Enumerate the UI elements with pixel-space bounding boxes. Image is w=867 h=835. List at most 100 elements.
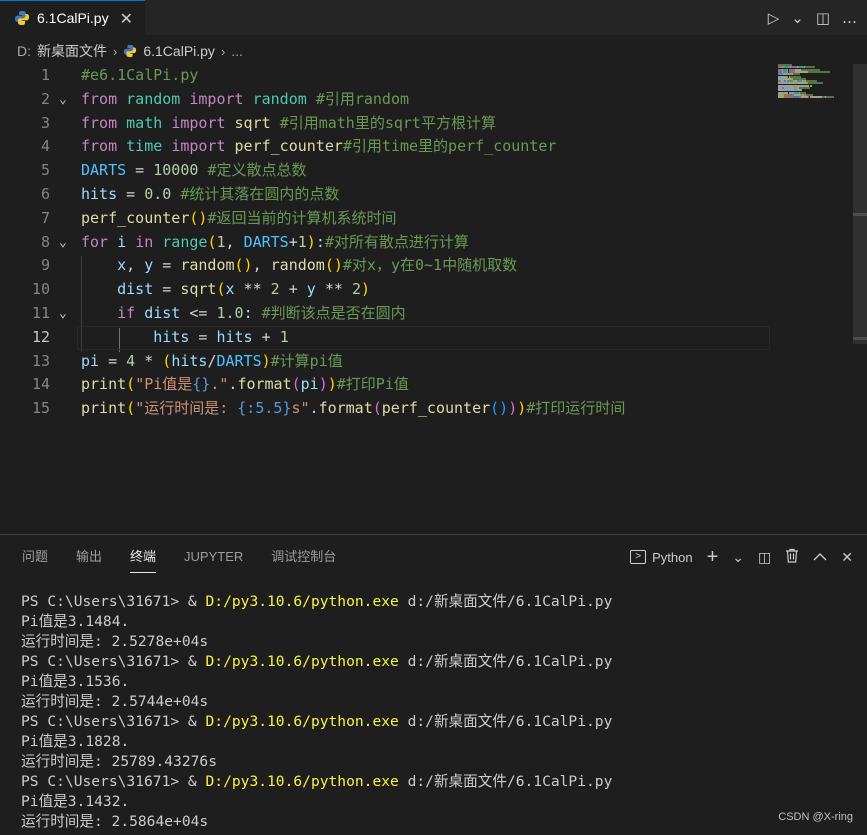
code-line[interactable]: 10 dist = sqrt(x ** 2 + y ** 2) (0, 278, 867, 302)
code-line[interactable]: 12 hits = hits + 1 (0, 325, 867, 350)
terminal-script-path[interactable]: d:/新桌面文件/6.1CalPi.py (399, 713, 613, 730)
code-text: from random import random #引用random (81, 89, 410, 108)
editor-actions: ▷ ⌄ ◫ … (768, 0, 857, 35)
panel-tab[interactable]: 调试控制台 (271, 545, 336, 575)
watermark: CSDN @X-ring (778, 811, 853, 823)
code-text: for i in range(1, DARTS+1):#对所有散点进行计算 (81, 232, 469, 251)
editor-tab-bar: 6.1CalPi.py ✕ ▷ ⌄ ◫ … (0, 0, 867, 35)
terminal-script-path[interactable]: d:/新桌面文件/6.1CalPi.py (399, 653, 613, 670)
breadcrumb-symbols[interactable]: ... (231, 43, 243, 59)
line-number: 2 (40, 89, 50, 108)
split-editor-icon[interactable]: ◫ (816, 9, 830, 27)
code-text: from math import sqrt #引用math里的sqrt平方根计算 (81, 113, 496, 132)
breadcrumb-drive[interactable]: D: (17, 43, 31, 59)
line-number: 1 (40, 66, 50, 84)
terminal-prompt: PS C:\Users\31671> & (21, 773, 206, 790)
terminal-script-path[interactable]: d:/新桌面文件/6.1CalPi.py (399, 773, 613, 790)
line-number: 15 (31, 399, 50, 418)
run-menu-chevron-icon[interactable]: ⌄ (791, 9, 804, 27)
code-line[interactable]: 9 x, y = random(), random()#对x，y在0~1中随机取… (0, 254, 867, 278)
terminal-output-time: 运行时间是: 25789.43276s (21, 752, 861, 772)
breadcrumb-file[interactable]: 6.1CalPi.py (123, 43, 215, 59)
panel-tab[interactable]: JUPYTER (184, 545, 243, 575)
terminal-output-time-text: 运行时间是: 2.5744e+04s (21, 693, 209, 710)
line-number: 7 (40, 208, 50, 227)
panel-tabs: 问题 输出 终端 JUPYTER 调试控制台 (22, 545, 364, 575)
fold-chevron-icon[interactable]: ⌄ (59, 231, 67, 255)
code-line[interactable]: 5 DARTS = 10000 #定义散点总数 (0, 159, 867, 183)
code-line[interactable]: 4 from time import perf_counter#引用time里的p… (0, 135, 867, 159)
fold-chevron-icon[interactable]: ⌄ (59, 88, 67, 112)
new-terminal-icon[interactable]: + (707, 546, 719, 569)
terminal-output-time: 运行时间是: 2.5278e+04s (21, 632, 861, 652)
code-line[interactable]: 11 ⌄ if dist <= 1.0: #判断该点是否在圆内 (0, 302, 867, 326)
minimap-token (809, 96, 823, 99)
code-line[interactable]: 2 ⌄ from random import random #引用random (0, 88, 867, 112)
file-tab[interactable]: 6.1CalPi.py ✕ (0, 0, 145, 35)
panel-tab[interactable]: 终端 (130, 545, 157, 573)
breadcrumb-filename: 6.1CalPi.py (143, 43, 215, 59)
scroll-marker (853, 213, 867, 216)
scroll-marker (853, 337, 867, 340)
terminal-exe-path[interactable]: D:/py3.10.6/python.exe (206, 653, 399, 670)
code-line[interactable]: 7 perf_counter()#返回当前的计算机系统时间 (0, 207, 867, 231)
code-line[interactable]: 8 ⌄ for i in range(1, DARTS+1):#对所有散点进行计算 (0, 231, 867, 255)
breadcrumb: D: 新桌面文件 › 6.1CalPi.py › ... (0, 38, 867, 64)
code-line[interactable]: 14 print("Pi值是{}.".format(pi))#打印Pi值 (0, 373, 867, 397)
terminal-output-time-text: 运行时间是: 2.5278e+04s (21, 633, 209, 650)
code-text: dist = sqrt(x ** 2 + y ** 2) (117, 280, 370, 299)
fold-chevron-icon[interactable]: ⌄ (59, 302, 67, 326)
code-line[interactable]: 6 hits = 0.0 #统计其落在圆内的点数 (0, 183, 867, 207)
terminal-prompt: PS C:\Users\31671> & (21, 653, 206, 670)
terminal-profile-label: Python (652, 549, 693, 565)
panel-actions: > Python + ⌄ ◫ ✕ (630, 545, 853, 569)
code-line[interactable]: 3 from math import sqrt #引用math里的sqrt平方根计… (0, 112, 867, 136)
code-text: pi = 4 * (hits/DARTS)#计算pi值 (81, 351, 343, 370)
line-number: 12 (31, 327, 50, 346)
terminal-output-time-text: 运行时间是: 2.5864e+04s (21, 813, 209, 830)
tab-filename: 6.1CalPi.py (37, 10, 109, 26)
terminal-script-path[interactable]: d:/新桌面文件/6.1CalPi.py (399, 593, 613, 610)
terminal-prompt: PS C:\Users\31671> & (21, 593, 206, 610)
chevron-right-icon: › (113, 43, 118, 59)
terminal-command-line: PS C:\Users\31671> & D:/py3.10.6/python.… (21, 772, 861, 792)
line-number: 10 (31, 280, 50, 299)
code-text: if dist <= 1.0: #判断该点是否在圆内 (117, 304, 406, 322)
terminal-exe-path[interactable]: D:/py3.10.6/python.exe (206, 713, 399, 730)
terminal-exe-path[interactable]: D:/py3.10.6/python.exe (206, 773, 399, 790)
trash-icon[interactable] (785, 548, 799, 566)
code-editor[interactable]: 1 #e6.1CalPi.py 2 ⌄ from random import rando… (0, 64, 867, 534)
code-line[interactable]: 15 print("运行时间是: {:5.5}s".format(perf_cou… (0, 397, 867, 421)
terminal-command-line: PS C:\Users\31671> & D:/py3.10.6/python.… (21, 592, 861, 612)
terminal-output-time-text: 运行时间是: 25789.43276s (21, 753, 217, 770)
code-line[interactable]: 13 pi = 4 * (hits/DARTS)#计算pi值 (0, 350, 867, 374)
maximize-panel-icon[interactable] (813, 549, 827, 565)
terminal-output[interactable]: PS C:\Users\31671> & D:/py3.10.6/python.… (21, 592, 861, 835)
close-tab-icon[interactable]: ✕ (120, 9, 133, 28)
terminal-output-time: 运行时间是: 2.5864e+04s (21, 812, 861, 832)
new-terminal-menu-chevron-icon[interactable]: ⌄ (732, 549, 744, 566)
line-number: 11 (31, 304, 50, 322)
minimap[interactable] (778, 64, 848, 104)
terminal-command-line: PS C:\Users\31671> & D:/py3.10.6/python.… (21, 712, 861, 732)
code-text: from time import perf_counter#引用time里的pe… (81, 137, 557, 156)
split-terminal-icon[interactable]: ◫ (758, 549, 771, 566)
python-file-icon (15, 11, 29, 25)
terminal-command-line: PS C:\Users\31671> & D:/py3.10.6/python.… (21, 652, 861, 672)
more-actions-icon[interactable]: … (842, 9, 857, 27)
terminal-output-pi: Pi值是3.1828. (21, 733, 130, 750)
close-panel-icon[interactable]: ✕ (841, 549, 853, 566)
run-icon[interactable]: ▷ (768, 9, 780, 27)
terminal-profile-button[interactable]: > Python (630, 549, 693, 565)
minimap-token (810, 84, 812, 87)
panel-tab[interactable]: 问题 (22, 545, 48, 575)
editor-scroll-thumb[interactable] (853, 64, 867, 344)
panel-tab[interactable]: 输出 (76, 545, 102, 575)
code-line[interactable]: 1 #e6.1CalPi.py (0, 64, 867, 88)
line-number: 9 (40, 256, 50, 275)
code-text: x, y = random(), random()#对x，y在0~1中随机取数 (117, 256, 518, 275)
line-number: 4 (40, 137, 50, 156)
breadcrumb-folder[interactable]: 新桌面文件 (37, 41, 107, 61)
minimap-token (826, 96, 834, 99)
terminal-exe-path[interactable]: D:/py3.10.6/python.exe (206, 593, 399, 610)
